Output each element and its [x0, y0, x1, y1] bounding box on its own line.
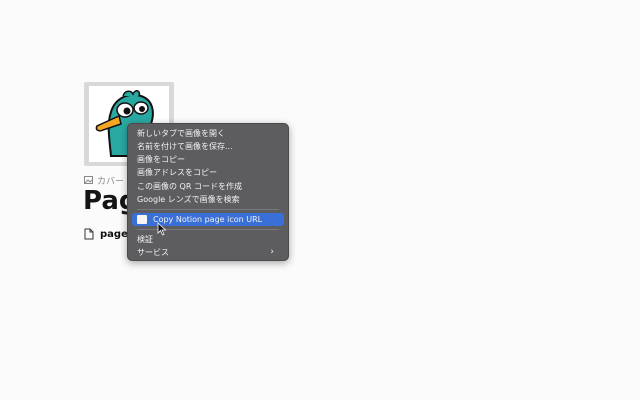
chevron-right-icon: › — [270, 247, 274, 257]
menu-item-google-lens-search[interactable]: Google レンズで画像を検索 — [137, 193, 282, 206]
menu-item-label: サービス — [137, 248, 169, 257]
cover-label: カバー — [97, 176, 125, 187]
context-menu: 新しいタブで画像を開く 名前を付けて画像を保存... 画像をコピー 画像アドレス… — [127, 123, 289, 261]
mouse-cursor-icon — [157, 222, 167, 236]
document-icon — [84, 228, 94, 240]
menu-item-label: Copy Notion page icon URL — [153, 215, 263, 224]
menu-item-copy-image-address[interactable]: 画像アドレスをコピー — [137, 166, 282, 179]
extension-icon — [137, 215, 147, 224]
menu-separator — [137, 209, 279, 210]
sub-page-label: page — [100, 228, 128, 240]
menu-item-save-image-as[interactable]: 名前を付けて画像を保存... — [137, 140, 282, 153]
menu-item-copy-notion-page-icon-url[interactable]: Copy Notion page icon URL — [132, 213, 284, 226]
menu-item-services[interactable]: サービス › — [137, 246, 282, 259]
menu-item-open-image-new-tab[interactable]: 新しいタブで画像を開く — [137, 127, 282, 140]
image-icon — [84, 176, 93, 184]
menu-item-copy-image[interactable]: 画像をコピー — [137, 153, 282, 166]
menu-item-create-qr-code[interactable]: この画像の QR コードを作成 — [137, 180, 282, 193]
sub-page-link[interactable]: page — [84, 226, 128, 242]
